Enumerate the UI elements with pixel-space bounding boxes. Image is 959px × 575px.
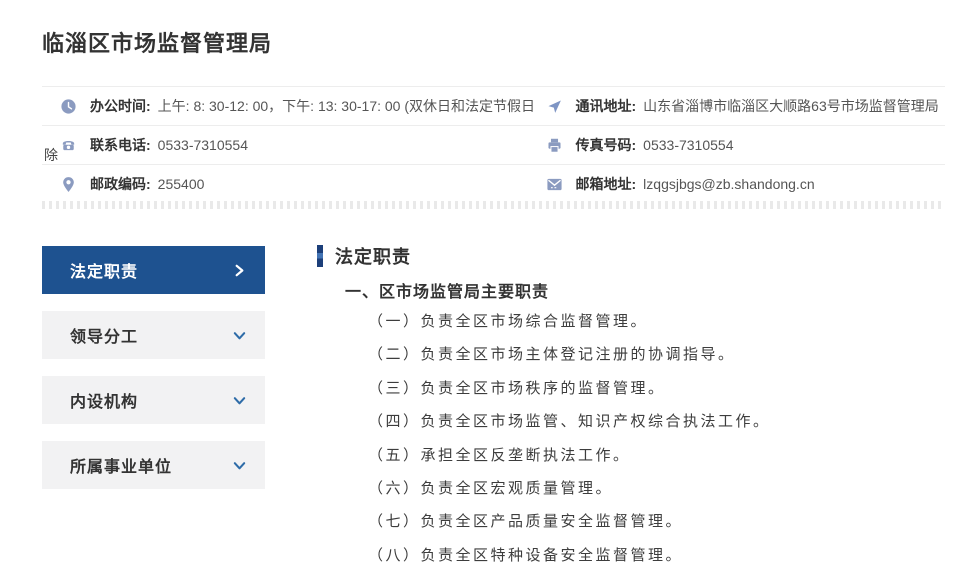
phone-value: 0533-7310554 — [158, 137, 248, 153]
sidebar-item-label: 领导分工 — [70, 323, 138, 347]
contact-info-block: 办公时间: 上午: 8: 30-12: 00，下午: 13: 30-17: 00… — [42, 86, 945, 203]
duty-item: （二）负责全区市场主体登记注册的协调指导。 — [368, 339, 945, 372]
clock-icon — [60, 98, 77, 115]
contact-row: 邮政编码: 255400 邮箱地址: lzqgsjbgs@zb.shandong… — [42, 164, 945, 203]
chevron-down-icon — [232, 458, 247, 473]
duty-item: （六）负责全区宏观质量管理。 — [368, 473, 945, 506]
duty-item: （八）负责全区特种设备安全监督管理。 — [368, 540, 945, 573]
content-heading: 法定职责 — [335, 243, 411, 269]
envelope-icon — [546, 176, 563, 193]
sidebar-nav: 法定职责 领导分工 内设机构 所属事业单位 — [42, 246, 265, 506]
phone-label: 联系电话: — [90, 135, 151, 155]
fax-cell: 传真号码: 0533-7310554 — [494, 135, 946, 155]
map-pin-icon — [60, 176, 77, 193]
nav-arrow-icon — [546, 98, 563, 115]
sidebar-item-internal-departments[interactable]: 内设机构 — [42, 376, 265, 424]
chevron-right-icon — [232, 263, 247, 278]
postal-code-label: 邮政编码: — [90, 174, 151, 194]
contact-row: 办公时间: 上午: 8: 30-12: 00，下午: 13: 30-17: 00… — [42, 86, 945, 125]
content-heading-row: 法定职责 — [317, 244, 945, 268]
chevron-down-icon — [232, 328, 247, 343]
sidebar-item-label: 内设机构 — [70, 388, 138, 412]
sidebar-item-label: 所属事业单位 — [70, 453, 172, 477]
fax-value: 0533-7310554 — [643, 137, 733, 153]
mailing-address-label: 通讯地址: — [576, 96, 637, 116]
email-label: 邮箱地址: — [576, 174, 637, 194]
sidebar-item-label: 法定职责 — [70, 258, 138, 282]
duty-item: （三）负责全区市场秩序的监督管理。 — [368, 373, 945, 406]
page-title: 临淄区市场监督管理局 — [42, 26, 272, 58]
duty-item: （五）承担全区反垄断执法工作。 — [368, 440, 945, 473]
chevron-down-icon — [232, 393, 247, 408]
phone-icon — [60, 137, 77, 154]
fax-label: 传真号码: — [576, 135, 637, 155]
duty-item: （一）负责全区市场综合监督管理。 — [368, 306, 945, 339]
printer-icon — [546, 137, 563, 154]
mailing-address-cell: 通讯地址: 山东省淄博市临淄区大顺路63号市场监督管理局 — [494, 96, 946, 116]
office-hours-label: 办公时间: — [90, 96, 151, 116]
duty-list: （一）负责全区市场综合监督管理。 （二）负责全区市场主体登记注册的协调指导。 （… — [368, 306, 945, 573]
section-title: 一、区市场监管局主要职责 — [345, 278, 945, 302]
mailing-address-value: 山东省淄博市临淄区大顺路63号市场监督管理局 — [643, 96, 939, 116]
postal-code-value: 255400 — [158, 176, 205, 192]
office-hours-value: 上午: 8: 30-12: 00，下午: 13: 30-17: 00 (双休日和… — [158, 96, 535, 116]
duty-item: （四）负责全区市场监管、知识产权综合执法工作。 — [368, 406, 945, 439]
email-value: lzqgsjbgs@zb.shandong.cn — [643, 176, 814, 192]
email-cell: 邮箱地址: lzqgsjbgs@zb.shandong.cn — [494, 174, 946, 194]
sidebar-item-affiliated-institutions[interactable]: 所属事业单位 — [42, 441, 265, 489]
duty-item: （七）负责全区产品质量安全监督管理。 — [368, 506, 945, 539]
sidebar-item-leadership-division[interactable]: 领导分工 — [42, 311, 265, 359]
sidebar-item-statutory-duties[interactable]: 法定职责 — [42, 246, 265, 294]
dashed-divider — [42, 201, 945, 209]
page: { "page": { "title": "临淄区市场监督管理局" }, "co… — [0, 0, 959, 575]
phone-cell: 除 联系电话: 0533-7310554 — [42, 135, 494, 155]
contact-row: 除 联系电话: 0533-7310554 传真号码: 0533-7310554 — [42, 125, 945, 164]
postal-code-cell: 邮政编码: 255400 — [42, 174, 494, 194]
heading-bar-icon — [317, 245, 323, 267]
main-content: 法定职责 一、区市场监管局主要职责 （一）负责全区市场综合监督管理。 （二）负责… — [317, 244, 945, 573]
office-hours-cell: 办公时间: 上午: 8: 30-12: 00，下午: 13: 30-17: 00… — [42, 96, 494, 116]
wrapped-text-fragment: 除 — [44, 145, 58, 165]
